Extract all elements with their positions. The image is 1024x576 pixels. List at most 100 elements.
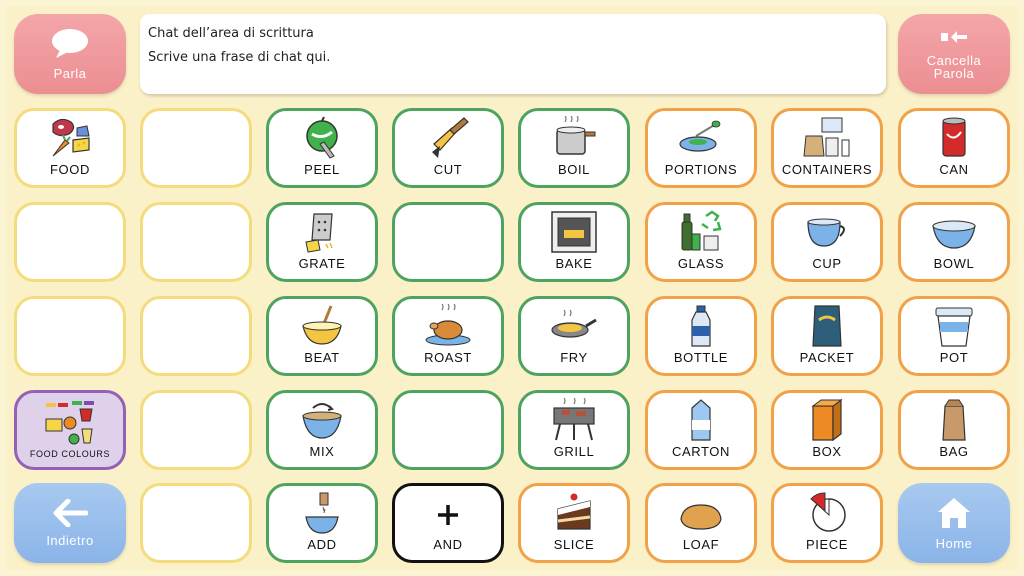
cell-glass[interactable]: GLASS: [645, 202, 757, 282]
cell-food[interactable]: FOOD: [14, 108, 126, 188]
cell-label: BOX: [812, 444, 842, 459]
food-colours-icon: [45, 401, 94, 445]
cell-label: BOIL: [557, 162, 591, 177]
cell-grate[interactable]: GRATE: [266, 202, 378, 282]
chat-line-2: Scrive una frase di chat qui.: [148, 50, 331, 65]
cell-empty[interactable]: [140, 296, 252, 376]
bottle-icon: [691, 305, 711, 347]
cell-empty[interactable]: [140, 202, 252, 282]
cell-fry[interactable]: FRY: [518, 296, 630, 376]
cell-label: BEAT: [304, 350, 340, 365]
cell-can[interactable]: CAN: [898, 108, 1010, 188]
cell-add[interactable]: ADD: [266, 483, 378, 563]
home-label: Home: [935, 535, 973, 551]
cell-empty[interactable]: [140, 483, 252, 563]
cell-label: GRATE: [298, 256, 346, 271]
cell-label: BOWL: [933, 256, 975, 271]
home-button[interactable]: Home: [898, 483, 1010, 563]
cell-packet[interactable]: PACKET: [771, 296, 883, 376]
cake-slice-icon: [557, 493, 591, 530]
cell-label: ROAST: [424, 350, 472, 365]
cell-food-colours[interactable]: FOOD COLOURS: [14, 390, 126, 470]
home-icon: [938, 497, 970, 528]
cell-portions[interactable]: PORTIONS: [645, 108, 757, 188]
cell-label: FRY: [560, 350, 588, 365]
cell-label: CUP: [812, 256, 842, 271]
cell-bowl[interactable]: BOWL: [898, 202, 1010, 282]
knife-cut-icon: [432, 117, 469, 158]
cell-label: MIX: [309, 444, 335, 459]
cell-cup[interactable]: CUP: [771, 202, 883, 282]
cell-label: PORTIONS: [664, 162, 738, 177]
cell-label: PIECE: [805, 537, 848, 552]
cell-label: ADD: [307, 537, 337, 552]
cell-loaf[interactable]: LOAF: [645, 483, 757, 563]
chat-line-1: Chat dell’area di scrittura: [148, 26, 314, 41]
cell-empty[interactable]: [140, 390, 252, 470]
cup-icon: [807, 218, 845, 247]
cell-label: SLICE: [553, 537, 595, 552]
cell-roast[interactable]: ROAST: [392, 296, 504, 376]
grater-icon: [305, 213, 333, 253]
chat-text-area[interactable]: Chat dell’area di scrittura Scrive una f…: [140, 14, 886, 94]
cell-bag[interactable]: BAG: [898, 390, 1010, 470]
food-icon: [52, 118, 90, 157]
cell-empty[interactable]: [14, 296, 126, 376]
cell-label: AND: [433, 537, 463, 552]
clear-label-2: Parola: [933, 66, 975, 81]
frying-pan-icon: [551, 309, 597, 338]
cell-label: CARTON: [671, 444, 731, 459]
cell-cut[interactable]: CUT: [392, 108, 504, 188]
cell-slice[interactable]: SLICE: [518, 483, 630, 563]
beat-bowl-icon: [302, 305, 342, 345]
cell-empty[interactable]: [392, 202, 504, 282]
cell-label: BAG: [939, 444, 969, 459]
cell-bake[interactable]: BAKE: [518, 202, 630, 282]
pot-icon: [935, 307, 973, 347]
mix-bowl-icon: [302, 403, 342, 439]
cell-label: CUT: [433, 162, 463, 177]
cell-label: CONTAINERS: [781, 162, 873, 177]
portions-icon: [679, 120, 721, 152]
cell-containers[interactable]: CONTAINERS: [771, 108, 883, 188]
back-label: Indietro: [46, 532, 94, 548]
speak-button[interactable]: Parla: [14, 14, 126, 94]
cell-boil[interactable]: BOIL: [518, 108, 630, 188]
cell-label: PACKET: [799, 350, 855, 365]
cell-label: FOOD: [50, 162, 90, 177]
cell-and[interactable]: AND: [392, 483, 504, 563]
cell-empty[interactable]: [140, 108, 252, 188]
cell-beat[interactable]: BEAT: [266, 296, 378, 376]
speech-bubble-icon: [52, 28, 88, 58]
bag-icon: [942, 399, 966, 441]
speak-label: Parla: [53, 65, 87, 81]
cell-label: BAKE: [555, 256, 593, 271]
cell-piece[interactable]: PIECE: [771, 483, 883, 563]
add-ingredient-icon: [305, 492, 339, 534]
bowl-icon: [932, 220, 976, 249]
cell-bottle[interactable]: BOTTLE: [645, 296, 757, 376]
cell-empty[interactable]: [392, 390, 504, 470]
grill-icon: [553, 398, 595, 441]
cell-label: PEEL: [304, 162, 340, 177]
containers-icon: [803, 117, 850, 157]
back-button[interactable]: Indietro: [14, 483, 126, 563]
cell-peel[interactable]: PEEL: [266, 108, 378, 188]
cell-label: GLASS: [677, 256, 725, 271]
oven-icon: [551, 211, 597, 253]
peel-apple-icon: [306, 116, 338, 159]
boiling-pot-icon: [556, 116, 596, 155]
cell-mix[interactable]: MIX: [266, 390, 378, 470]
cell-label: POT: [939, 350, 969, 365]
cell-pot[interactable]: POT: [898, 296, 1010, 376]
loaf-icon: [680, 504, 722, 530]
backspace-arrow-icon: [941, 31, 967, 43]
clear-word-button[interactable]: Cancella Parola: [898, 14, 1010, 94]
cell-carton[interactable]: CARTON: [645, 390, 757, 470]
plus-icon: [438, 505, 458, 525]
cell-box[interactable]: BOX: [771, 390, 883, 470]
cell-grill[interactable]: GRILL: [518, 390, 630, 470]
cell-empty[interactable]: [14, 202, 126, 282]
roast-chicken-icon: [425, 304, 471, 346]
box-icon: [811, 398, 843, 442]
